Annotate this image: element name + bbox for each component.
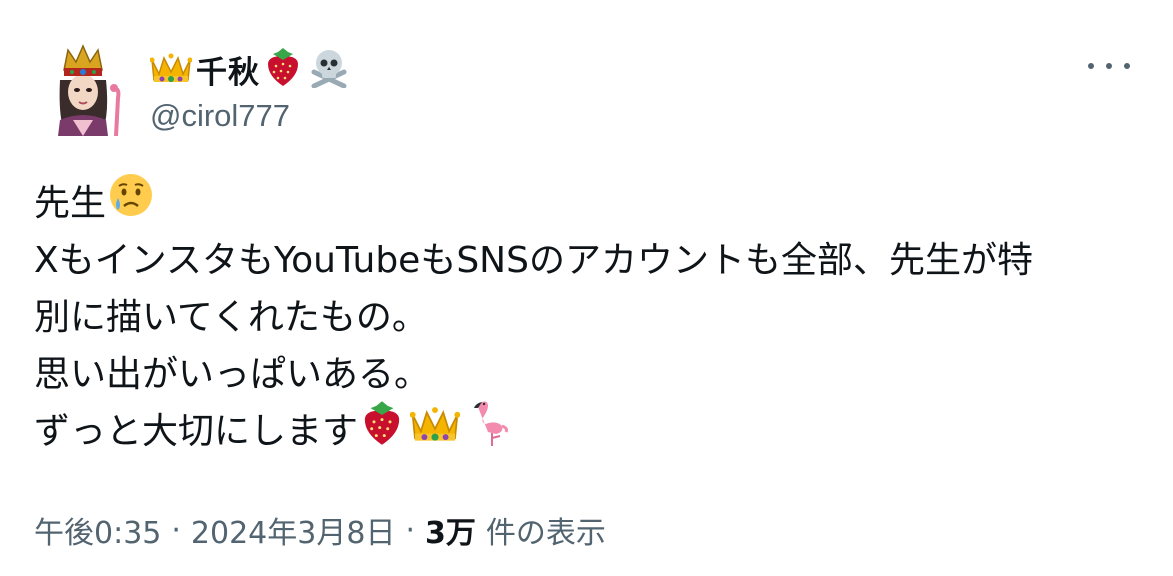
tweet-text: 先生 XもインスタもYouTubeもSNSのアカウントも全部、先生が特 別に描い… xyxy=(34,172,1144,460)
crown-icon xyxy=(409,403,461,460)
tweet-time-link[interactable]: 午後0:35 xyxy=(34,508,161,552)
tweet-line-2-text: XもインスタもYouTubeもSNSのアカウントも全部、先生が特 xyxy=(34,240,1033,281)
author-handle[interactable]: @cirol777 xyxy=(150,98,350,134)
author-display-name[interactable]: 千秋 xyxy=(196,47,260,92)
tweet-line-1: 先生 xyxy=(34,172,1144,235)
avatar[interactable] xyxy=(38,40,128,137)
author-name-row[interactable]: 千秋 xyxy=(149,44,350,94)
tweet-card: 千秋 @cirol777 先生 XもインスタもYouTubeもSNSのアカウント… xyxy=(0,0,1173,576)
tweet-meta: 午後0:35 · 2024年3月8日 · 3万 件の表示 xyxy=(34,508,606,552)
crying-face-icon xyxy=(108,172,154,235)
tweet-line-3: 別に描いてくれたもの。 xyxy=(34,289,1144,346)
strawberry-icon xyxy=(264,46,302,92)
more-dot-icon xyxy=(1106,63,1112,69)
crown-icon xyxy=(149,50,193,88)
views-label: 件の表示 xyxy=(485,516,606,551)
tweet-line-5: ずっと大切にします xyxy=(34,401,1144,460)
tweet-header: 千秋 @cirol777 xyxy=(149,44,350,134)
tweet-line-3-text: 別に描いてくれたもの。 xyxy=(34,297,428,338)
more-dot-icon xyxy=(1124,63,1130,69)
strawberry-icon xyxy=(360,399,404,464)
tweet-date-link[interactable]: 2024年3月8日 xyxy=(191,508,396,552)
views-count: 3万 xyxy=(425,516,476,551)
tweet-line-1-text: 先生 xyxy=(34,183,107,224)
tweet-line-4-text: 思い出がいっぱいある。 xyxy=(34,354,431,395)
tweet-line-2: XもインスタもYouTubeもSNSのアカウントも全部、先生が特 xyxy=(34,232,1144,289)
flamingo-icon xyxy=(466,398,510,465)
more-options-button[interactable] xyxy=(1088,56,1130,76)
skull-crossbones-icon xyxy=(308,46,350,92)
more-dot-icon xyxy=(1088,63,1094,69)
tweet-line-5-text: ずっと大切にします xyxy=(34,411,359,452)
meta-separator: · xyxy=(405,512,415,548)
meta-separator: · xyxy=(171,512,181,548)
tweet-line-4: 思い出がいっぱいある。 xyxy=(34,346,1144,403)
